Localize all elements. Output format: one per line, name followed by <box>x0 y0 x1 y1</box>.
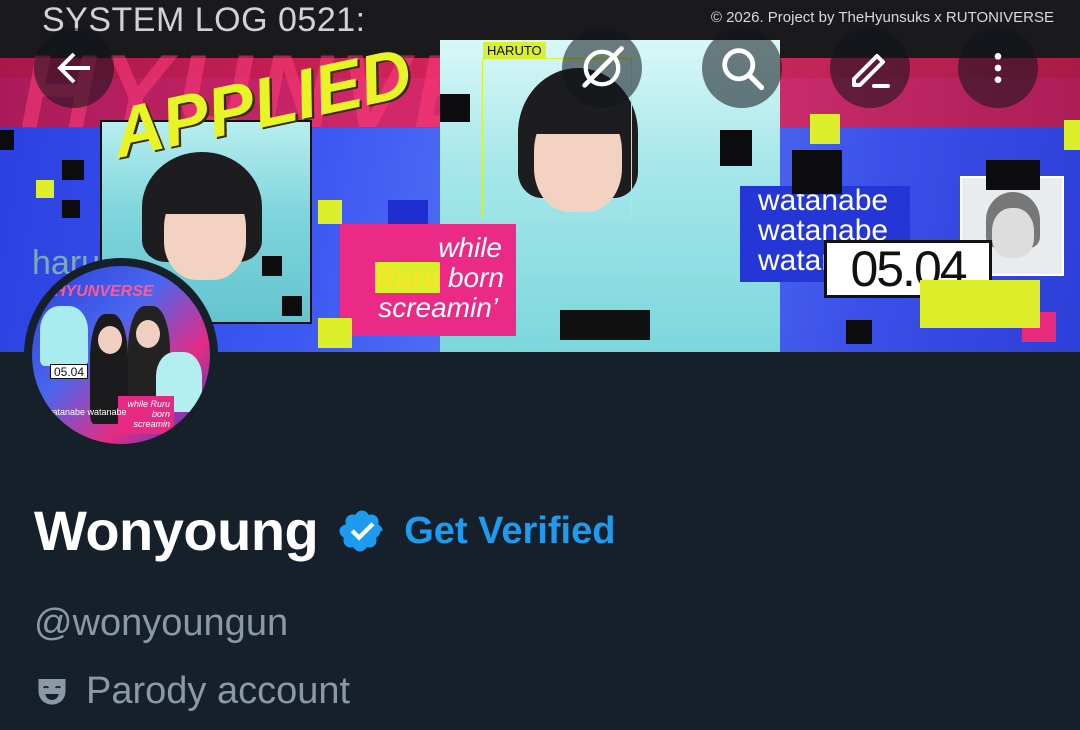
theater-mask-icon <box>38 679 66 705</box>
search-button[interactable] <box>702 28 782 108</box>
pixel-square <box>282 296 302 316</box>
avatar[interactable]: HYUNVERSE 05.04 while Ruru born screamin… <box>24 258 218 452</box>
pixel-square <box>1064 120 1080 150</box>
pixel-square <box>720 130 752 166</box>
avatar-date: 05.04 <box>50 364 88 379</box>
pink-line-1: while <box>438 232 502 263</box>
avatar-title: HYUNVERSE <box>54 283 154 300</box>
pixel-square <box>792 150 842 194</box>
pixel-square <box>986 160 1040 190</box>
parody-label-row: Parody account <box>34 672 350 710</box>
pixel-square <box>846 320 872 344</box>
pixel-square <box>0 130 14 150</box>
pixel-square <box>920 280 1040 328</box>
pink-line-2: Ruru born <box>374 262 504 293</box>
haruto-tag: HARUTO <box>483 42 546 59</box>
pixel-square <box>388 200 428 224</box>
more-vertical-icon <box>994 53 1002 83</box>
pink-line-3: screamin’ <box>378 292 498 323</box>
pixel-square <box>318 318 352 348</box>
pixel-square <box>810 114 840 144</box>
display-name: Wonyoung <box>34 499 319 562</box>
pixel-square <box>440 94 470 122</box>
banner-copyright: © 2026. Project by TheHyunsuks x RUTONIV… <box>710 9 1054 26</box>
more-options-button[interactable] <box>958 28 1038 108</box>
pixel-square <box>318 200 342 224</box>
profile-handle: @wonyoungun <box>34 602 289 644</box>
avatar-image: HYUNVERSE 05.04 while Ruru born screamin… <box>32 266 210 444</box>
back-button[interactable] <box>34 28 114 108</box>
grok-icon <box>582 46 624 88</box>
edit-button[interactable] <box>830 28 910 108</box>
parody-account-label: Parody account <box>86 670 351 712</box>
name-row: Wonyoung Get Verified <box>34 500 615 562</box>
banner-pink-box: while Ruru born screamin’ <box>340 224 516 336</box>
grok-button[interactable] <box>562 28 642 108</box>
search-icon <box>722 48 765 91</box>
pixel-square <box>36 180 54 198</box>
pixel-square <box>62 200 80 218</box>
pixel-square <box>262 256 282 276</box>
verified-badge-icon[interactable] <box>338 507 386 555</box>
pencil-icon <box>852 54 890 88</box>
get-verified-link[interactable]: Get Verified <box>404 512 615 550</box>
pixel-square <box>62 160 84 180</box>
avatar-side-text: watanabe watanabe <box>46 407 127 417</box>
arrow-left-icon <box>57 52 90 84</box>
